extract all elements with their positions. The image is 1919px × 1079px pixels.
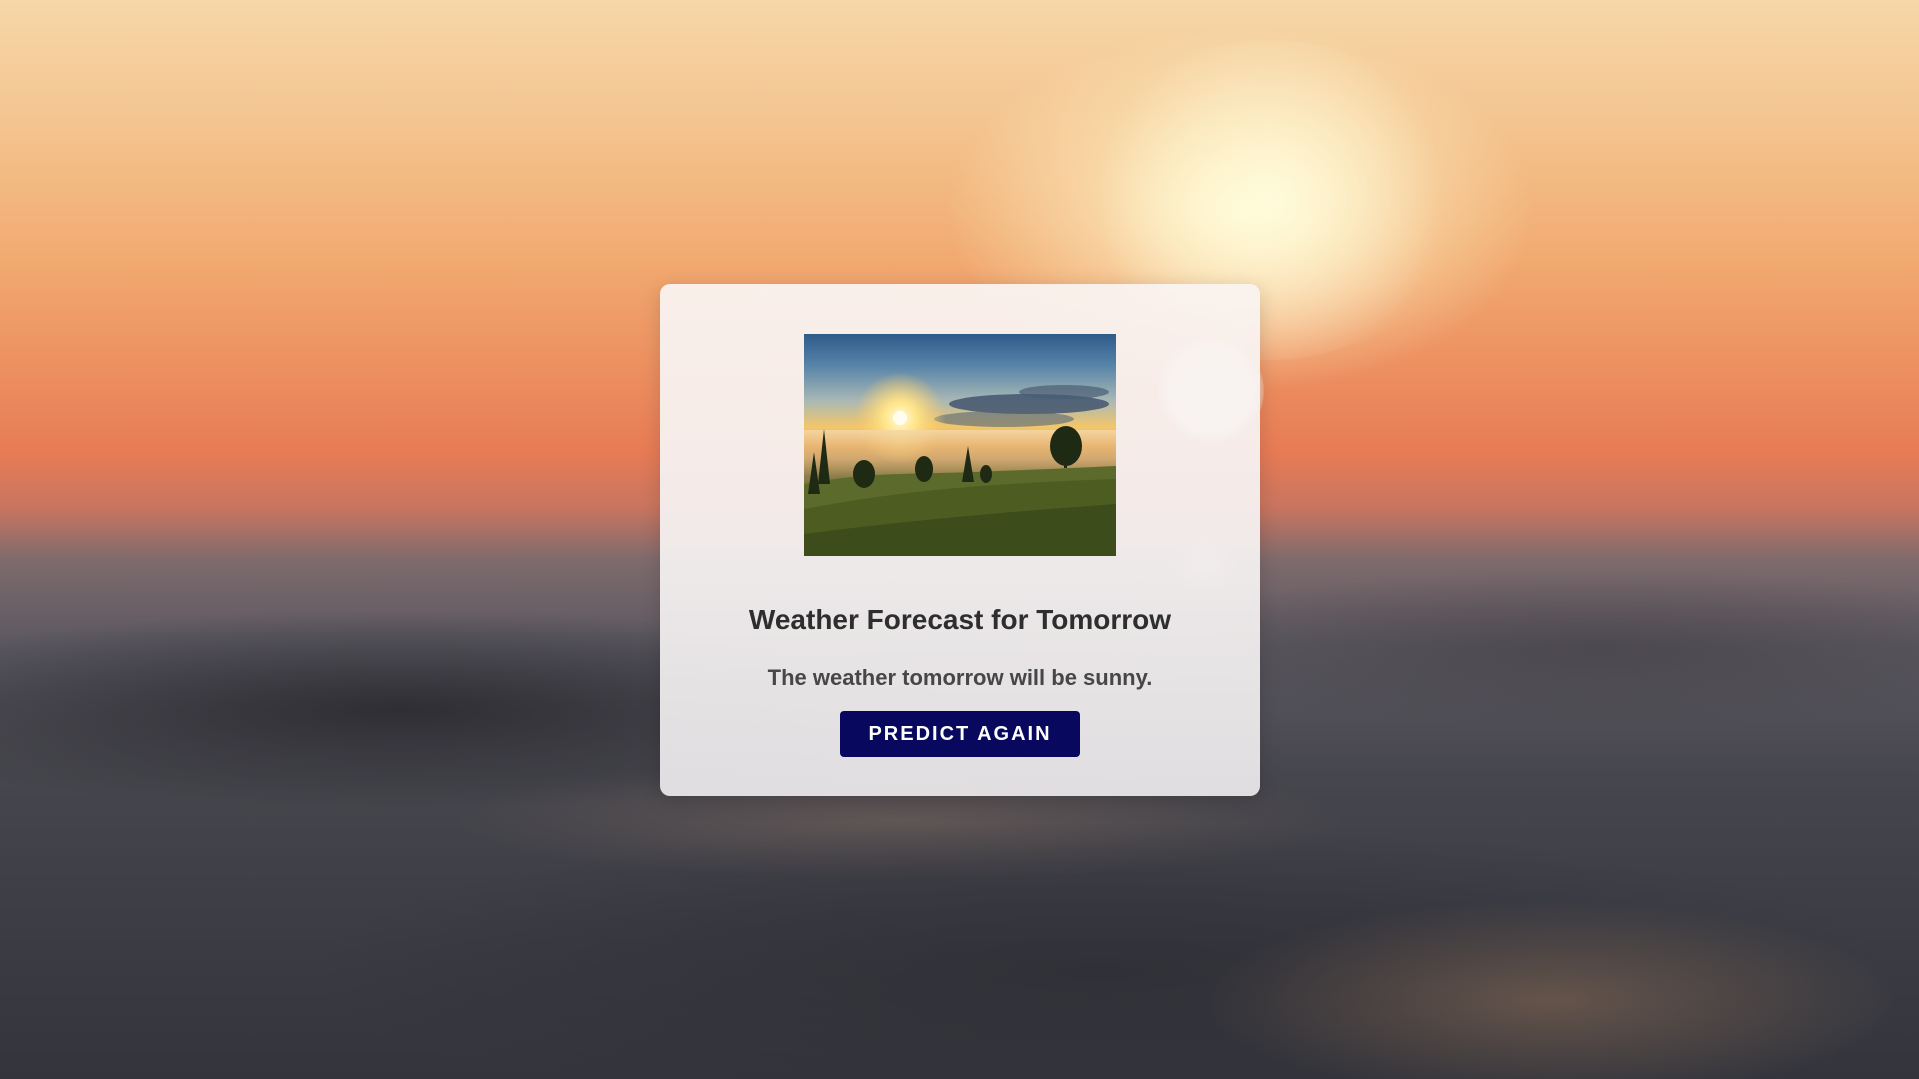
forecast-card: Weather Forecast for Tomorrow The weathe…: [660, 284, 1260, 796]
sunrise-meadow-illustration: [804, 372, 1116, 556]
page-title: Weather Forecast for Tomorrow: [748, 604, 1172, 635]
forecast-photo: [804, 334, 1116, 556]
predict-again-button[interactable]: PREDICT AGAIN: [840, 711, 1080, 757]
forecast-message: The weather tomorrow will be sunny.: [767, 665, 1153, 690]
